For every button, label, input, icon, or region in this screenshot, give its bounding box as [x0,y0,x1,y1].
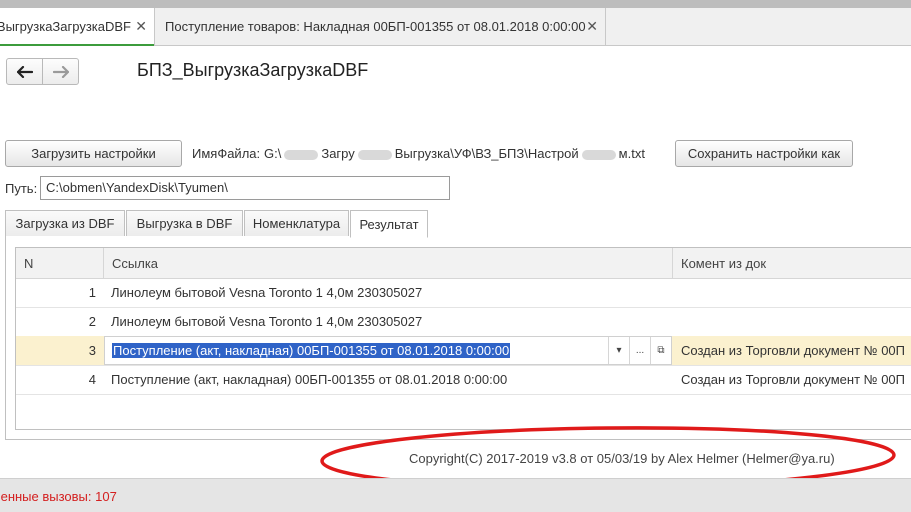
path-label: Путь: [5,181,38,196]
filename-part: Загру [321,146,355,161]
column-header-n[interactable]: N [16,248,103,278]
forward-button[interactable] [42,59,78,84]
open-icon[interactable]: ⧉ [650,337,671,364]
obscured-text [284,149,319,160]
table-row[interactable]: 4 Поступление (акт, накладная) 00БП-0013… [16,365,911,395]
select-ellipsis-button[interactable]: ... [629,337,650,364]
history-navigation [6,58,79,85]
row-comment: Создан из Торговли документ № 00П [681,343,906,358]
save-settings-as-button[interactable]: Сохранить настройки как [675,140,853,167]
arrow-left-icon [16,65,33,78]
tab-label: Поступление товаров: Накладная 00БП-0013… [165,19,586,34]
filename-part: м.txt [618,146,645,161]
table-header: N Ссылка Комент из док [16,248,911,279]
close-icon[interactable]: ✕ [135,18,147,35]
column-header-comment[interactable]: Комент из док [672,248,911,278]
load-settings-button[interactable]: Загрузить настройки [5,140,182,167]
row-comment: Создан из Торговли документ № 00П [681,372,906,387]
filename-label: ИмяФайла: [192,146,261,161]
row-comment [681,307,911,336]
tab-postuplenie-tovarov[interactable]: Поступление товаров: Накладная 00БП-0013… [155,8,606,45]
obscured-text [357,149,392,160]
status-bar: ленные вызовы: 107 [0,478,911,512]
result-table: N Ссылка Комент из док 1 Линолеум бытово… [15,247,911,430]
arrow-right-icon [52,65,69,78]
copyright-text: Copyright(C) 2017-2019 v3.8 от 05/03/19 … [409,451,835,466]
close-icon[interactable]: ✕ [586,18,598,35]
row-number: 4 [88,372,96,387]
tab-vygruzka-zagruzka[interactable]: ВыгрузкаЗагрузкаDBF ✕ [0,8,155,46]
row-number: 2 [88,314,96,329]
table-row-selected[interactable]: 3 Поступление (акт, накладная) 00БП-0013… [16,336,911,366]
selected-reference-text[interactable]: Поступление (акт, накладная) 00БП-001355… [112,343,511,358]
tab-load-from-dbf[interactable]: Загрузка из DBF [5,210,125,237]
row-reference: Линолеум бытовой Vesna Toronto 1 4,0м 23… [111,314,423,329]
row-reference-editor[interactable]: Поступление (акт, накладная) 00БП-001355… [104,336,672,365]
row-comment [681,278,911,307]
tab-result[interactable]: Результат [350,210,428,238]
row-reference: Поступление (акт, накладная) 00БП-001355… [111,372,508,387]
dropdown-arrow-icon[interactable]: ▾ [608,337,629,364]
tab-nomenclature[interactable]: Номенклатура [244,210,349,237]
tab-export-to-dbf[interactable]: Выгрузка в DBF [126,210,243,237]
window-top-strip [0,0,911,8]
row-number: 1 [88,285,96,300]
row-reference: Линолеум бытовой Vesna Toronto 1 4,0м 23… [111,285,423,300]
column-header-reference[interactable]: Ссылка [103,248,672,278]
tab-label: ВыгрузкаЗагрузкаDBF [0,19,131,34]
back-button[interactable] [7,59,42,84]
page-title: БПЗ_ВыгрузкаЗагрузкаDBF [137,60,369,80]
table-row[interactable]: 2 Линолеум бытовой Vesna Toronto 1 4,0м … [16,307,911,337]
status-message: ленные вызовы: 107 [0,489,117,504]
tab-bar: ВыгрузкаЗагрузкаDBF ✕ Поступление товаро… [0,8,911,46]
filename-part: Выгрузка\УФ\ВЗ_БПЗ\Настрой [394,146,579,161]
obscured-text [581,149,616,160]
table-row[interactable]: 1 Линолеум бытовой Vesna Toronto 1 4,0м … [16,278,911,308]
filename-part: G:\ [264,146,282,161]
cell-buttons: ▾ ... ⧉ [608,337,671,364]
row-number: 3 [88,343,96,358]
filename-value: G:\ Загру Выгрузка\УФ\ВЗ_БПЗ\Настрой м.txt [264,146,645,161]
path-input[interactable]: C:\obmen\YandexDisk\Tyumen\ [40,176,450,200]
